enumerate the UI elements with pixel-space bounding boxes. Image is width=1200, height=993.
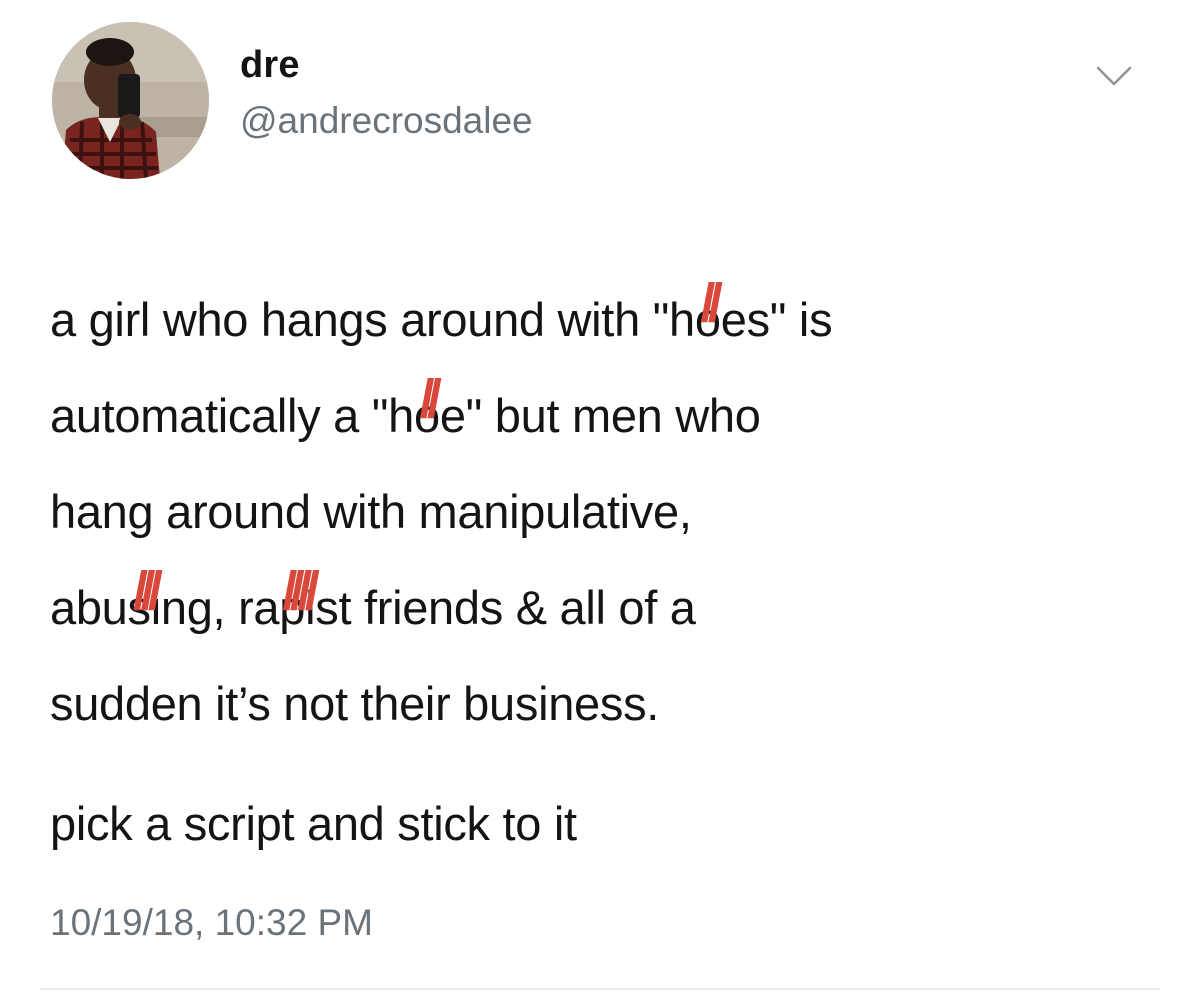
struck-letters: si/// [127, 560, 163, 656]
tweet-timestamp[interactable]: 10/19/18, 10:32 PM [50, 902, 373, 944]
struck-text: pi [279, 581, 316, 634]
text-segment: es" is [720, 293, 833, 346]
profile-photo-avatar-icon [52, 22, 209, 179]
text-segment: a girl who hangs around with "h [50, 293, 695, 346]
text-segment: abu [50, 581, 128, 634]
text-segment: automatically a "h [50, 389, 414, 442]
struck-letters: o// [694, 272, 723, 368]
text-segment: ng, ra [160, 581, 280, 634]
tweet-body-line: abusi///ng, rapi////st friends & all of … [50, 560, 1170, 656]
text-segment: e" but men who [439, 389, 761, 442]
tweet-card: dre @andrecrosdalee a girl who hangs aro… [0, 0, 1200, 993]
divider [40, 988, 1160, 990]
display-name[interactable]: dre [240, 44, 300, 87]
tweet-body: a girl who hangs around with "ho//es" is… [50, 272, 1170, 752]
tweet-body-line: a girl who hangs around with "ho//es" is [50, 272, 1170, 368]
chevron-down-icon[interactable] [1094, 62, 1134, 92]
tweet-closing-line: pick a script and stick to it [50, 797, 577, 850]
user-handle[interactable]: @andrecrosdalee [240, 100, 533, 142]
struck-letters: o// [413, 368, 442, 464]
text-segment: st friends & all of a [315, 581, 696, 634]
tweet-body-line: hang around with manipulative, [50, 485, 692, 538]
struck-letters: pi//// [279, 560, 319, 656]
tweet-body-line: automatically a "ho//e" but men who [50, 368, 1170, 464]
struck-text: si [127, 581, 162, 634]
avatar[interactable] [52, 22, 209, 179]
struck-text: o [694, 293, 721, 346]
tweet-body-line: sudden it’s not their business. [50, 677, 660, 730]
struck-text: o [413, 389, 440, 442]
